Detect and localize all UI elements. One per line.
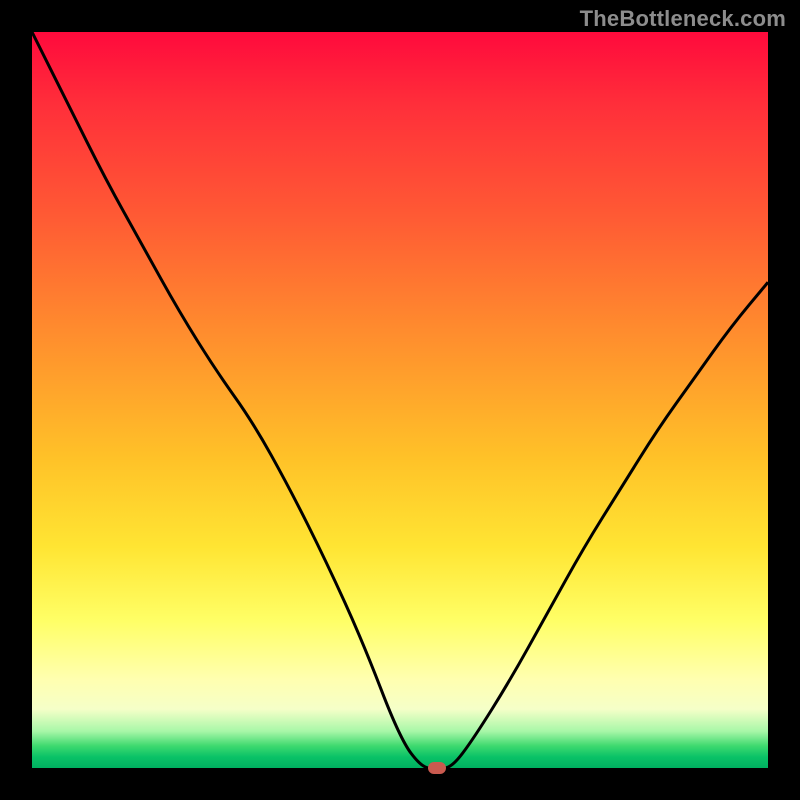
bottleneck-curve [32,32,768,768]
chart-frame: TheBottleneck.com [0,0,800,800]
watermark-text: TheBottleneck.com [580,6,786,32]
plot-area [32,32,768,768]
curve-svg [32,32,768,768]
optimal-point-marker [428,762,446,774]
